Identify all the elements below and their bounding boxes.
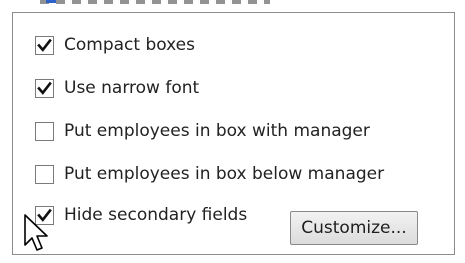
checkmark-icon xyxy=(37,38,52,52)
checkmark-icon xyxy=(37,81,52,95)
compact-boxes-label: Compact boxes xyxy=(64,35,195,55)
option-employees-below-manager[interactable]: Put employees in box below manager xyxy=(35,162,384,186)
hide-secondary-fields-label: Hide secondary fields xyxy=(64,205,248,225)
option-employees-with-manager[interactable]: Put employees in box with manager xyxy=(35,119,370,143)
options-panel: Compact boxes Use narrow font Put employ… xyxy=(12,12,455,255)
employees-below-manager-label: Put employees in box below manager xyxy=(64,164,385,184)
option-hide-secondary-fields[interactable]: Hide secondary fields xyxy=(35,203,247,227)
option-use-narrow-font[interactable]: Use narrow font xyxy=(35,76,199,100)
option-compact-boxes[interactable]: Compact boxes xyxy=(35,33,195,57)
arrow-pointer-icon xyxy=(24,214,48,251)
cropped-content-above xyxy=(40,0,270,4)
employees-below-manager-checkbox[interactable] xyxy=(35,164,54,184)
employees-with-manager-checkbox[interactable] xyxy=(35,121,54,141)
use-narrow-font-checkbox[interactable] xyxy=(35,78,54,98)
use-narrow-font-label: Use narrow font xyxy=(64,78,200,98)
employees-with-manager-label: Put employees in box with manager xyxy=(64,121,370,141)
compact-boxes-checkbox[interactable] xyxy=(35,35,54,55)
customize-button[interactable]: Customize... xyxy=(290,211,418,245)
